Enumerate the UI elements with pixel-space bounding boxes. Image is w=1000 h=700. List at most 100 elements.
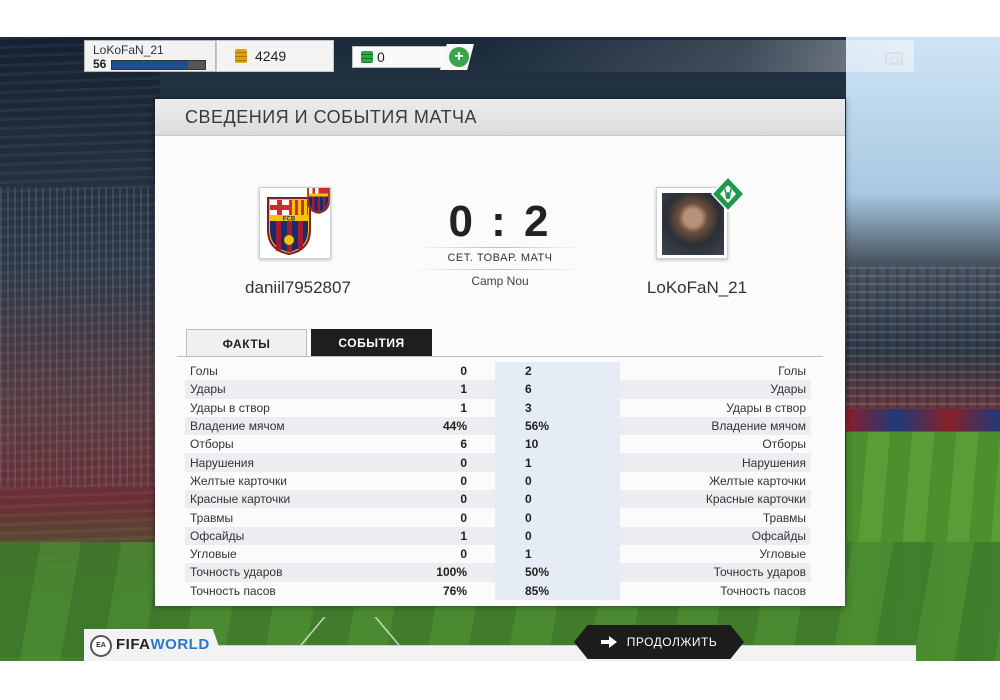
away-player-name: LoKoFaN_21 — [646, 278, 748, 297]
points-counter: 0 — [352, 46, 450, 68]
stat-label-home: Офсайды — [185, 526, 370, 545]
stat-value-home: 1 — [370, 380, 495, 399]
stat-row: Травмы 0 0 Травмы — [185, 508, 811, 527]
stat-value-away: 2 — [495, 362, 620, 381]
match-details-panel: СВЕДЕНИЯ И СОБЫТИЯ МАТЧА FCB daniil79528… — [155, 99, 845, 606]
xp-bar — [111, 60, 206, 70]
stat-value-away: 3 — [495, 398, 620, 417]
stat-value-home: 1 — [370, 526, 495, 545]
werder-bremen-badge-icon — [711, 176, 745, 212]
stat-value-home: 6 — [370, 435, 495, 454]
arrow-right-icon — [600, 636, 617, 648]
logo-fifa: FIFA — [116, 636, 151, 653]
points-value: 0 — [377, 49, 385, 65]
stat-value-home: 0 — [370, 471, 495, 491]
stat-label-away: Удары — [620, 380, 811, 399]
stat-value-home: 76% — [370, 581, 495, 600]
stat-label-away: Нарушения — [620, 453, 811, 472]
ea-sports-logo: EA — [90, 635, 112, 657]
stat-value-home: 44% — [370, 416, 495, 436]
stat-value-away: 0 — [495, 508, 620, 527]
stat-label-home: Точность ударов — [185, 563, 370, 582]
camera-icon[interactable] — [885, 52, 903, 65]
fifa-world-logo: EA FIFAWORLD — [84, 629, 224, 661]
continue-label: ПРОДОЛЖИТЬ — [626, 635, 718, 649]
stat-value-home: 100% — [370, 563, 495, 582]
stat-value-away: 0 — [495, 490, 620, 509]
stat-label-away: Отборы — [620, 435, 811, 454]
stat-row: Владение мячом 44% 56% Владение мячом — [185, 416, 811, 436]
stat-label-home: Удары — [185, 380, 370, 399]
stat-value-home: 0 — [370, 453, 495, 472]
stadium-ad-boards — [846, 409, 1000, 431]
stat-label-away: Голы — [620, 362, 811, 381]
fifa-world-wordmark: FIFAWORLD — [116, 636, 210, 653]
points-icon — [361, 51, 373, 63]
stat-label-home: Удары в створ — [185, 398, 370, 417]
stat-value-away: 10 — [495, 435, 620, 454]
stat-label-home: Травмы — [185, 508, 370, 527]
stat-label-away: Владение мячом — [620, 416, 811, 436]
stat-label-home: Нарушения — [185, 453, 370, 472]
home-team-crest: FCB — [259, 184, 331, 259]
stat-value-away: 56% — [495, 416, 620, 436]
match-stats-table: Голы 0 2 Голы Удары 1 6 Удары Удары в створ 1 3 Уда… — [185, 362, 811, 600]
stat-row: Удары в створ 1 3 Удары в створ — [185, 398, 811, 417]
stat-row: Нарушения 0 1 Нарушения — [185, 453, 811, 472]
tab-events[interactable]: СОБЫТИЯ — [311, 329, 432, 357]
stat-label-away: Точность ударов — [620, 563, 811, 582]
divider — [413, 269, 583, 270]
fc-barcelona-crest-icon: FCB — [267, 184, 330, 256]
hud-strip — [484, 40, 914, 72]
venue: Camp Nou — [471, 274, 529, 288]
stat-label-home: Отборы — [185, 435, 370, 454]
stat-label-away: Желтые карточки — [620, 471, 811, 491]
stat-value-away: 85% — [495, 581, 620, 600]
page-title: СВЕДЕНИЯ И СОБЫТИЯ МАТЧА — [185, 107, 477, 127]
tab-facts[interactable]: ФАКТЫ — [186, 329, 307, 357]
match-score: 0 : 2 — [448, 197, 552, 246]
stat-value-away: 0 — [495, 526, 620, 545]
continue-button[interactable]: ПРОДОЛЖИТЬ — [574, 625, 744, 659]
stat-label-home: Красные карточки — [185, 490, 370, 509]
stadium-seats — [846, 267, 1000, 427]
stat-value-away: 0 — [495, 471, 620, 491]
stat-label-home: Голы — [185, 362, 370, 381]
player-name: LoKoFaN_21 — [93, 43, 164, 57]
stat-label-home: Точность пасов — [185, 581, 370, 600]
player-info[interactable]: LoKoFaN_21 56 — [84, 40, 216, 72]
stat-value-home: 0 — [370, 508, 495, 527]
player-level: 56 — [93, 57, 107, 71]
stat-row: Красные карточки 0 0 Красные карточки — [185, 490, 811, 509]
plus-icon: + — [449, 47, 469, 67]
home-player-name: daniil7952807 — [245, 278, 351, 297]
stat-label-away: Офсайды — [620, 526, 811, 545]
divider — [413, 247, 583, 248]
stat-label-away: Красные карточки — [620, 490, 811, 509]
stat-value-away: 1 — [495, 544, 620, 564]
tab-divider — [177, 356, 823, 357]
stat-value-home: 0 — [370, 490, 495, 509]
stat-row: Офсайды 1 0 Офсайды — [185, 526, 811, 545]
stat-value-home: 0 — [370, 544, 495, 564]
away-player-avatar — [656, 176, 745, 259]
stat-value-home: 1 — [370, 398, 495, 417]
coins-value: 4249 — [255, 48, 287, 64]
stat-value-away: 1 — [495, 453, 620, 472]
stat-label-home: Угловые — [185, 544, 370, 564]
stat-row: Угловые 0 1 Угловые — [185, 544, 811, 564]
stat-row: Точность ударов 100% 50% Точность ударов — [185, 563, 811, 582]
coins-counter: 4249 — [216, 40, 334, 72]
match-type: СЕТ. ТОВАР. МАТЧ — [447, 252, 553, 264]
stat-label-away: Удары в створ — [620, 398, 811, 417]
xp-bar-fill — [112, 61, 189, 69]
stat-row: Точность пасов 76% 85% Точность пасов — [185, 581, 811, 600]
stat-value-home: 0 — [370, 362, 495, 381]
top-hud: LoKoFaN_21 56 4249 0 + — [84, 40, 484, 72]
stat-row: Удары 1 6 Удары — [185, 380, 811, 399]
stat-label-home: Желтые карточки — [185, 471, 370, 491]
panel-header: СВЕДЕНИЯ И СОБЫТИЯ МАТЧА — [155, 99, 845, 136]
stat-label-home: Владение мячом — [185, 416, 370, 436]
coin-icon — [235, 49, 247, 63]
stat-label-away: Точность пасов — [620, 581, 811, 600]
